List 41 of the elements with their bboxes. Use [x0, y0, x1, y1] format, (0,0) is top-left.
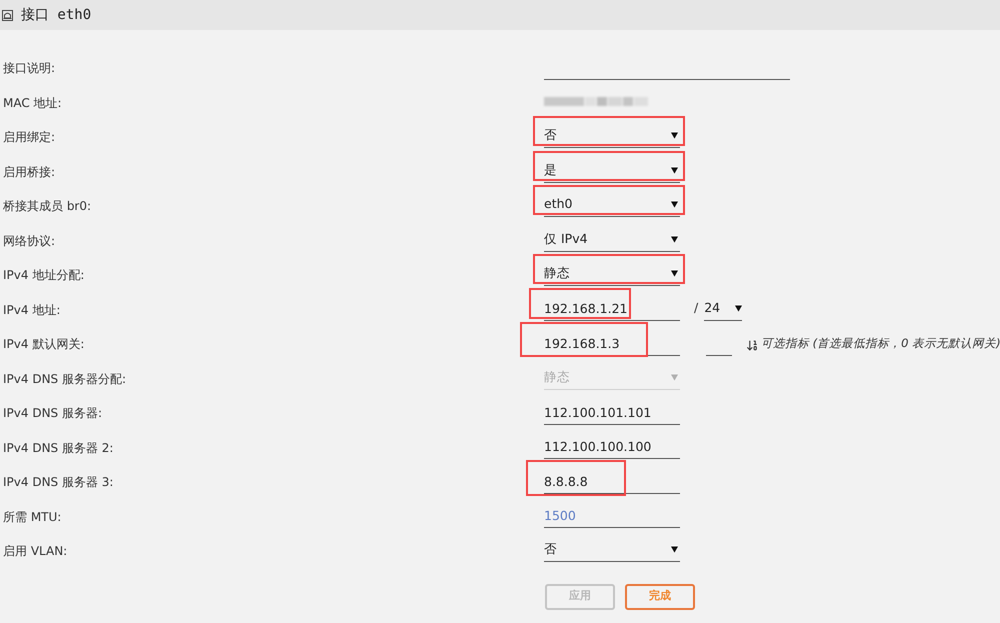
select-field[interactable]: 否 — [544, 538, 680, 562]
caret-down-icon — [671, 374, 678, 381]
field-label: IPv4 地址分配: — [3, 268, 84, 282]
select-field[interactable]: 是 — [544, 158, 680, 183]
field-label: 所需 MTU: — [3, 510, 62, 524]
text-field[interactable]: 192.168.1.21 — [544, 297, 680, 322]
field-label: MAC 地址: — [3, 96, 62, 110]
caret-down-icon — [671, 201, 678, 208]
caret-down-icon — [671, 270, 678, 278]
text-field[interactable]: 112.100.100.100 — [544, 435, 680, 460]
caret-down-icon — [671, 166, 678, 174]
text-field[interactable]: 8.8.8.8 — [544, 470, 680, 494]
field-label: 启用绑定: — [3, 130, 56, 144]
caret-down-icon — [671, 546, 678, 554]
field-label: 启用桥接: — [3, 164, 56, 179]
field-label: IPv4 DNS 服务器 3: — [3, 475, 114, 490]
field-label: 网络协议: — [3, 234, 56, 248]
field-label: IPv4 DNS 服务器分配: — [3, 372, 126, 386]
window-title: 接口 eth0 — [21, 6, 92, 24]
caret-down-icon — [671, 132, 678, 140]
sort-numeric-icon — [746, 338, 759, 352]
caret-down-icon — [735, 305, 742, 312]
caret-down-icon — [671, 236, 678, 243]
field-hint: 可选指标 (首选最低指标，0 表示无默认网关) — [761, 334, 1000, 352]
field-label: IPv4 默认网关: — [3, 337, 84, 352]
prefix-separator: / — [694, 298, 698, 316]
select-field[interactable]: eth0 — [544, 193, 680, 218]
text-field[interactable]: 192.168.1.3 — [544, 332, 680, 356]
select-field[interactable]: 否 — [544, 124, 680, 148]
field-label: IPv4 DNS 服务器: — [3, 406, 102, 420]
select-field[interactable]: 静态 — [544, 262, 680, 286]
text-field[interactable]: 1500 — [544, 504, 680, 528]
port-icon — [2, 10, 13, 20]
select-field[interactable]: 仅 IPv4 — [544, 228, 680, 252]
field-label: IPv4 地址: — [3, 302, 60, 317]
text-field[interactable]: 112.100.101.101 — [544, 400, 680, 425]
field-label: 接口说明: — [3, 61, 56, 76]
prefix-select[interactable]: 24 — [704, 297, 742, 322]
field-label: IPv4 DNS 服务器 2: — [3, 440, 114, 455]
field-label: 启用 VLAN: — [3, 544, 68, 558]
field-label: 桥接其成员 br0: — [3, 199, 92, 214]
